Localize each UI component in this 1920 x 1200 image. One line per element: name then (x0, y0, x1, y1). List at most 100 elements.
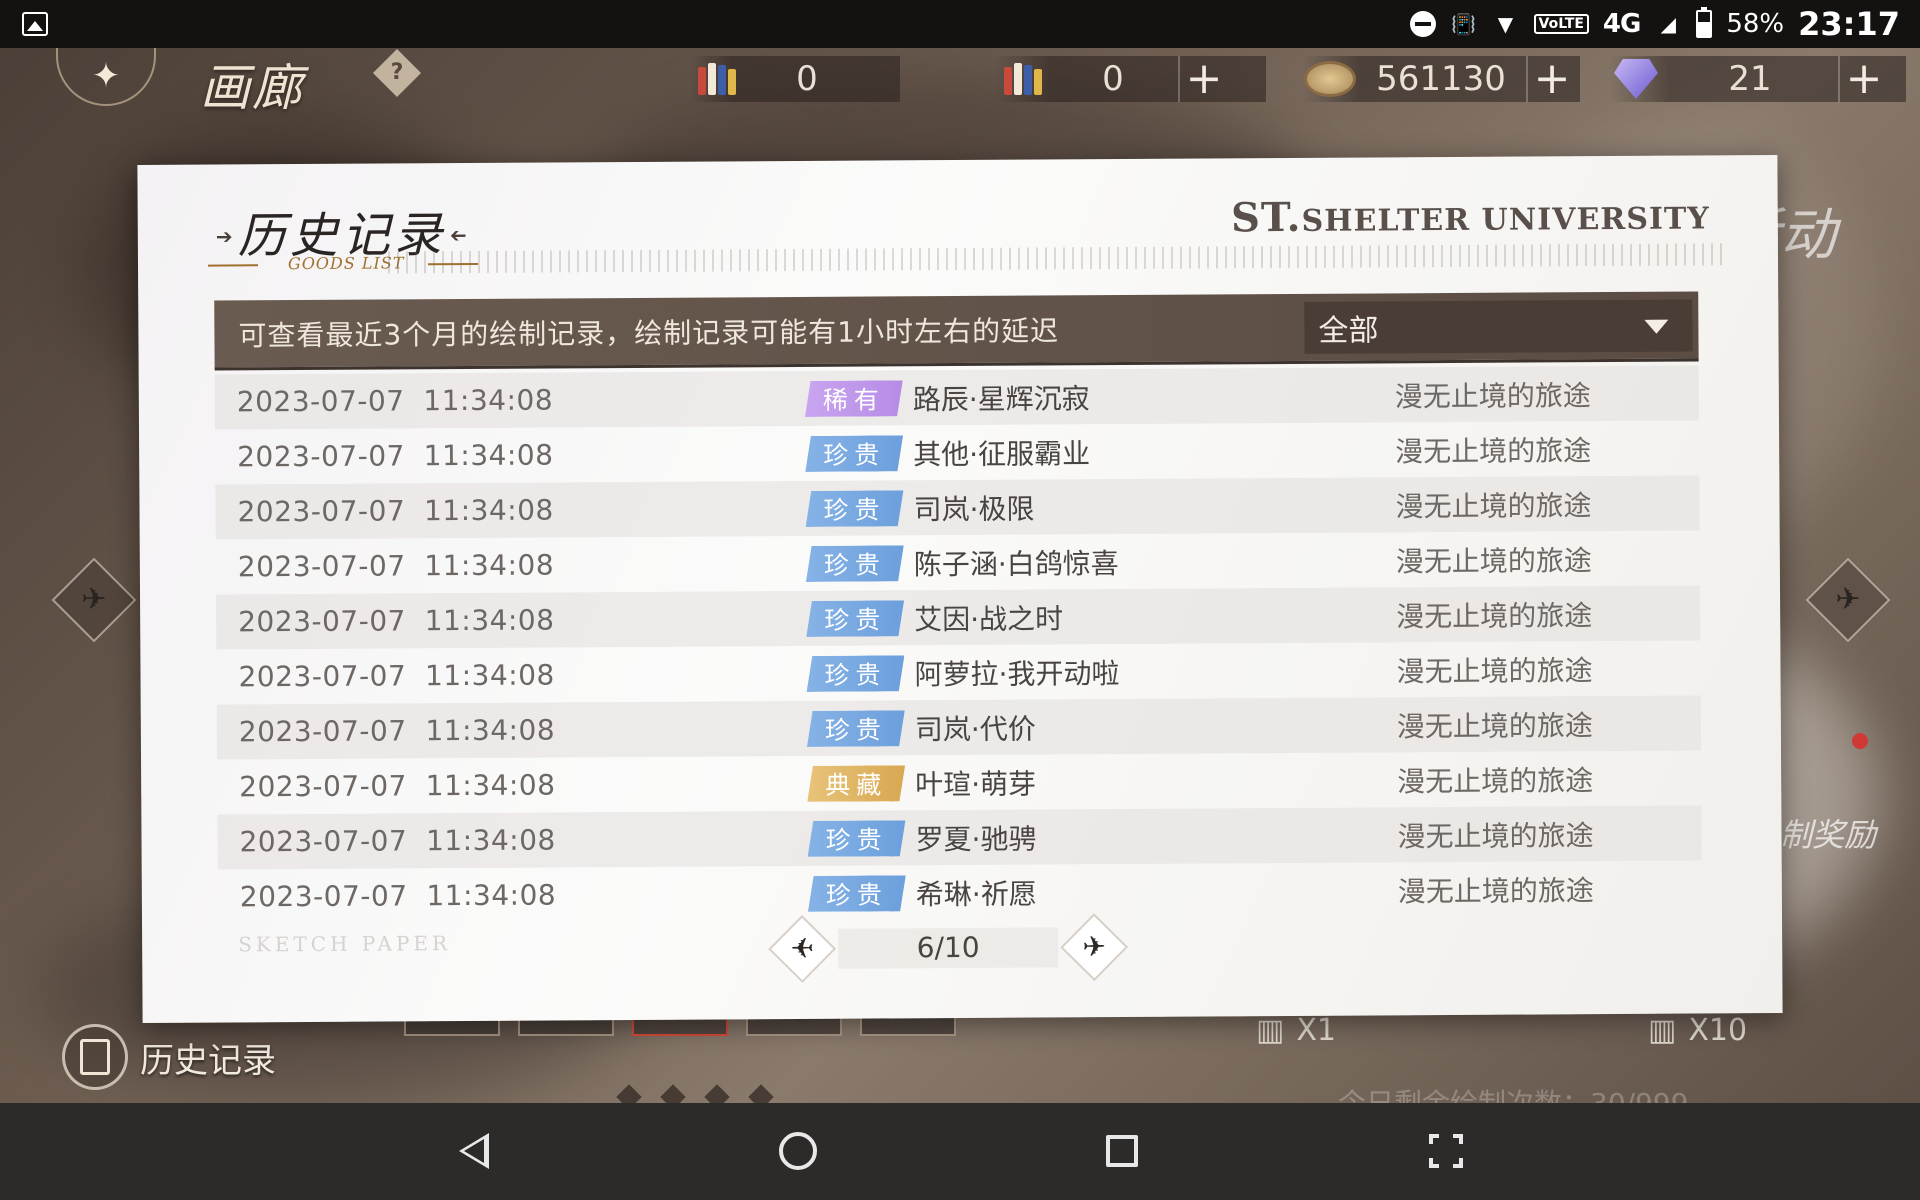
add-diamond-button[interactable]: + (1838, 56, 1888, 102)
diamond-icon (1610, 56, 1662, 102)
rarity-badge: 稀有 (805, 380, 903, 417)
brand-st: ST. (1230, 193, 1302, 242)
rarity-badge: 珍贵 (806, 545, 904, 582)
row-card-name: 路辰·星辉沉寂 (912, 381, 1090, 416)
resource-diamond: 21 + (1610, 56, 1906, 102)
row-source: 漫无止境的旅途 (1395, 433, 1592, 468)
prev-page-button[interactable]: ✈ (768, 915, 837, 983)
notice-text: 可查看最近3个月的绘制记录，绘制记录可能有1小时左右的延迟 (238, 313, 1060, 352)
next-page-button[interactable]: ✈ (1060, 913, 1129, 982)
brush-bundle-icon: ▥ (1648, 1012, 1677, 1048)
row-source: 漫无止境的旅途 (1397, 763, 1594, 798)
history-row: 2023-07-07 11:34:08 珍贵 司岚·极限 漫无止境的旅途 (215, 475, 1700, 540)
history-row: 2023-07-07 11:34:08 珍贵 司岚·代价 漫无止境的旅途 (216, 695, 1702, 760)
add-brush-button[interactable]: + (1178, 56, 1228, 102)
title-arrow-right-icon: ➔ (449, 223, 467, 248)
row-card-name: 司岚·代价 (914, 712, 1036, 746)
row-time: 2023-07-07 11:34:08 (239, 878, 557, 914)
vibrate-icon: 📳 (1451, 12, 1476, 36)
row-source: 漫无止境的旅途 (1394, 378, 1591, 413)
notice-bar: 可查看最近3个月的绘制记录，绘制记录可能有1小时左右的延迟 全部 (214, 291, 1699, 371)
history-row: 2023-07-07 11:34:08 珍贵 阿萝拉·我开动啦 漫无止境的旅途 (216, 640, 1700, 704)
battery-icon (1696, 7, 1713, 38)
page-indicator: 6/10 (838, 927, 1059, 969)
pagination: ✈ 6/10 ✈ (768, 913, 1129, 983)
arrow-right-icon: ✈ (1835, 582, 1861, 617)
battery-fill (1698, 22, 1711, 36)
wifi-icon: ▼ (1497, 12, 1514, 36)
arrow-right-icon: ✈ (1082, 930, 1107, 964)
gallery-title: 画廊 (200, 59, 304, 117)
row-card-name: 阿萝拉·我开动啦 (914, 656, 1120, 691)
home-button[interactable] (776, 1129, 820, 1173)
draw-x1-label: X1 (1296, 1012, 1336, 1048)
coin-value: 561130 (1376, 59, 1506, 99)
history-row: 2023-07-07 11:34:08 珍贵 其他·征服霸业 漫无止境的旅途 (215, 420, 1699, 484)
resource-brush-b: 0 + (996, 56, 1266, 102)
history-icon (62, 1024, 128, 1090)
history-row: 2023-07-07 11:34:08 典藏 叶瑄·萌芽 漫无止境的旅途 (217, 750, 1701, 814)
row-card-name: 司岚·极限 (913, 492, 1035, 526)
diamond-value: 21 (1728, 59, 1772, 99)
row-time: 2023-07-07 11:34:08 (237, 548, 555, 584)
row-card-name: 叶瑄·萌芽 (915, 767, 1037, 801)
gallery-logo: ✦ (56, 48, 156, 106)
butterfly-icon: ✦ (91, 56, 121, 96)
draw-x10-button[interactable]: ▥ X10 (1648, 1008, 1747, 1052)
row-time: 2023-07-07 11:34:08 (237, 493, 554, 529)
rarity-badge: 珍贵 (806, 655, 904, 692)
rarity-badge: 珍贵 (806, 600, 904, 637)
arrow-left-icon: ✈ (81, 582, 107, 617)
rarity-badge: 珍贵 (805, 490, 903, 527)
arrow-left-icon: ✈ (790, 931, 815, 966)
notification-dot (1852, 733, 1868, 749)
row-card-name: 其他·征服霸业 (913, 436, 1091, 471)
row-source: 漫无止境的旅途 (1397, 873, 1594, 908)
status-bar: 📳 ▼ VoLTE 4G ◢ 58% 23:17 (0, 0, 1920, 48)
rarity-badge: 珍贵 (807, 710, 905, 747)
help-button[interactable]: ? (372, 48, 422, 98)
row-time: 2023-07-07 11:34:08 (238, 658, 555, 694)
brand-logo: ST.SHELTER UNIVERSITY (1231, 191, 1710, 241)
rarity-badge: 珍贵 (808, 875, 906, 912)
network-type: 4G (1602, 9, 1641, 39)
history-button[interactable]: 历史记录 (62, 1024, 276, 1090)
decorative-ruler (387, 243, 1729, 274)
add-coin-button[interactable]: + (1526, 56, 1576, 102)
history-row: 2023-07-07 11:34:08 珍贵 希琳·祈愿 漫无止境的旅途 (218, 860, 1702, 924)
rarity-badge: 典藏 (807, 765, 905, 802)
history-row: 2023-07-07 11:34:08 珍贵 罗夏·驰骋 漫无止境的旅途 (217, 805, 1702, 870)
screenshot-button[interactable] (1424, 1129, 1468, 1173)
row-card-name: 陈子涵·白鸽惊喜 (913, 546, 1119, 581)
row-time: 2023-07-07 11:34:08 (238, 713, 556, 749)
help-icon: ? (390, 60, 404, 85)
title-underline (208, 264, 259, 267)
gallery-notification-icon (22, 12, 48, 36)
clock: 23:17 (1798, 5, 1900, 43)
resource-value: 0 (796, 59, 818, 99)
draw-x10-label: X10 (1688, 1012, 1748, 1048)
row-source: 漫无止境的旅途 (1395, 488, 1592, 523)
coin-icon (1304, 56, 1356, 102)
filter-dropdown[interactable]: 全部 (1304, 299, 1693, 354)
history-panel: ➔ 历史记录 ➔ GOODS LIST ST.SHELTER UNIVERSIT… (137, 154, 1783, 1024)
resource-coin: 561130 + (1304, 56, 1580, 102)
row-source: 漫无止境的旅途 (1395, 543, 1592, 578)
battery-percent: 58% (1726, 9, 1785, 39)
brush-bundle-icon: ▥ (1256, 1012, 1285, 1048)
reward-label[interactable]: 制奖励 (1780, 810, 1876, 856)
recent-apps-icon (1106, 1135, 1138, 1167)
title-arrow-left-icon: ➔ (215, 224, 233, 249)
rarity-badge: 珍贵 (805, 435, 903, 472)
signal-icon: ◢ (1660, 12, 1677, 36)
history-label: 历史记录 (140, 1040, 276, 1081)
row-source: 漫无止境的旅途 (1396, 708, 1593, 743)
home-icon (779, 1132, 817, 1170)
rarity-badge: 珍贵 (807, 820, 905, 857)
row-time: 2023-07-07 11:34:08 (238, 603, 555, 639)
row-source: 漫无止境的旅途 (1396, 598, 1593, 633)
chevron-down-icon (1644, 319, 1669, 334)
back-button[interactable] (452, 1129, 496, 1173)
sketch-paper-watermark: SKETCH PAPER (238, 931, 452, 957)
recent-apps-button[interactable] (1100, 1129, 1144, 1173)
